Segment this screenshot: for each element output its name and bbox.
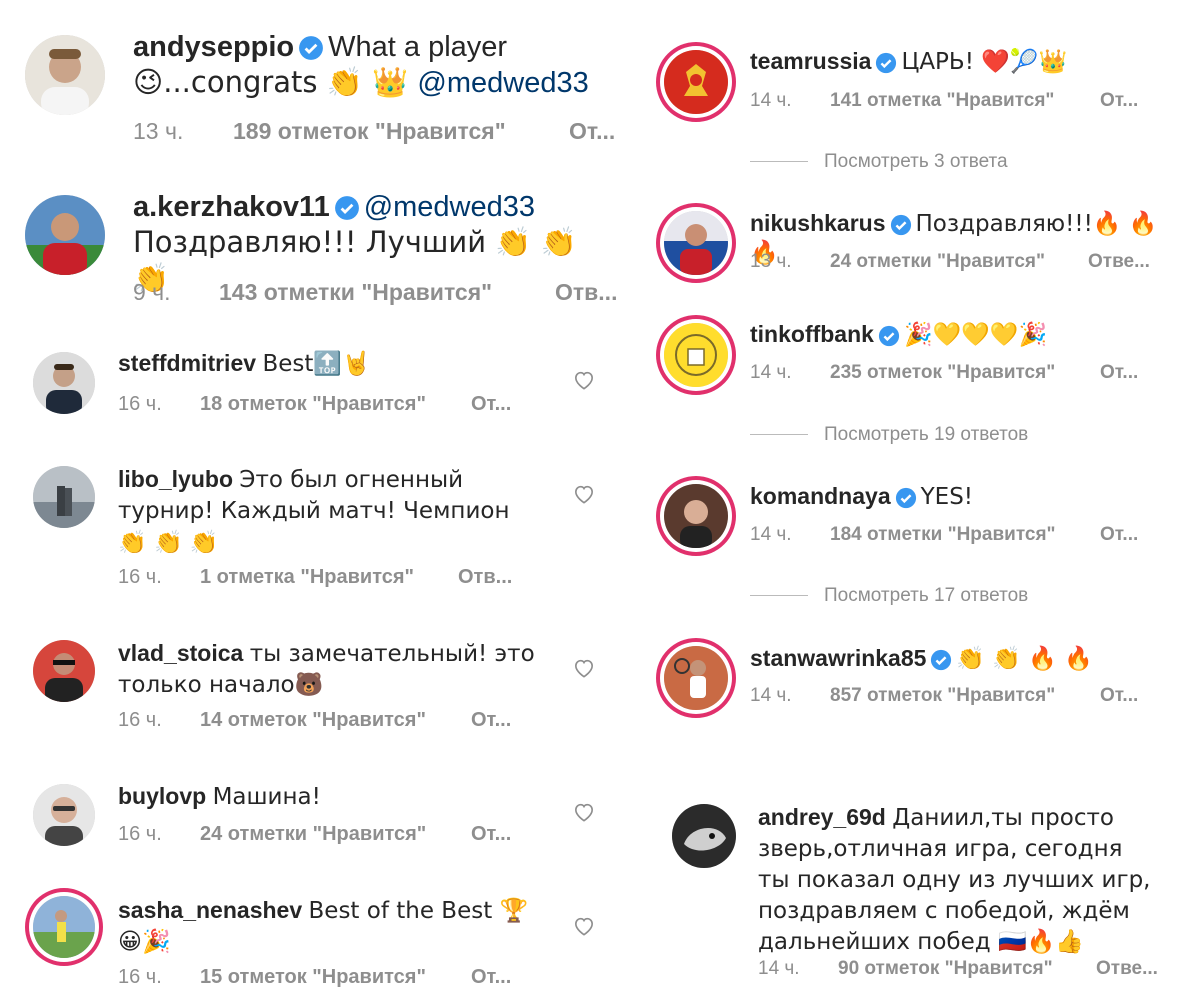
mention-link[interactable]: @medwed33 — [417, 67, 588, 99]
verified-badge-icon — [890, 214, 912, 236]
view-replies-label: Посмотреть 17 ответов — [824, 585, 1029, 606]
comment-text: Best🔝🤘 — [262, 351, 371, 377]
likes-count[interactable]: 189 отметок "Нравится" — [233, 118, 506, 145]
avatar[interactable] — [25, 195, 105, 275]
timestamp: 14 ч. — [750, 362, 792, 383]
username[interactable]: tinkoffbank — [750, 321, 874, 347]
comment-text: What a player — [328, 31, 508, 63]
reply-button[interactable]: От... — [471, 709, 511, 732]
avatar[interactable] — [33, 352, 95, 414]
username[interactable]: a.kerzhakov11 — [133, 191, 330, 223]
timestamp: 13 ч. — [133, 118, 184, 144]
avatar[interactable] — [672, 804, 736, 868]
username[interactable]: teamrussia — [750, 48, 871, 74]
replies-divider — [750, 434, 808, 436]
username[interactable]: andyseppio — [133, 31, 294, 63]
reply-button[interactable]: Отв... — [458, 566, 512, 589]
heart-outline-icon[interactable] — [573, 484, 595, 504]
heart-outline-icon[interactable] — [573, 916, 595, 936]
likes-count[interactable]: 24 отметки "Нравится" — [200, 823, 426, 846]
reply-button[interactable]: От... — [569, 118, 615, 145]
timestamp: 14 ч. — [758, 958, 800, 979]
reply-button[interactable]: От... — [1100, 362, 1138, 384]
timestamp: 16 ч. — [118, 966, 162, 988]
replies-divider — [750, 161, 808, 163]
avatar[interactable] — [33, 784, 95, 846]
heart-outline-icon[interactable] — [573, 370, 595, 390]
comment-text: 👏 👏 🔥 🔥 — [956, 646, 1093, 672]
view-replies-label: Посмотреть 19 ответов — [824, 424, 1029, 445]
verified-badge-icon — [298, 35, 324, 61]
reply-button[interactable]: От... — [471, 823, 511, 846]
view-replies-label: Посмотреть 3 ответа — [824, 151, 1008, 172]
username[interactable]: vlad_stoica — [118, 640, 243, 666]
likes-count[interactable]: 1 отметка "Нравится" — [200, 566, 414, 589]
comment-text: ЦАРЬ! ❤️🎾👑 — [901, 49, 1068, 75]
reply-button[interactable]: Отве... — [1088, 251, 1150, 273]
comment-text: 🎉💛💛💛🎉 — [903, 322, 1048, 348]
timestamp: 14 ч. — [750, 685, 792, 706]
avatar[interactable] — [25, 35, 105, 115]
avatar[interactable] — [664, 211, 728, 275]
username[interactable]: sasha_nenashev — [118, 897, 302, 923]
likes-count[interactable]: 857 отметок "Нравится" — [830, 685, 1055, 707]
reply-button[interactable]: От... — [471, 393, 511, 416]
likes-count[interactable]: 90 отметок "Нравится" — [838, 958, 1053, 980]
username[interactable]: nikushkarus — [750, 210, 886, 236]
likes-count[interactable]: 18 отметок "Нравится" — [200, 393, 426, 416]
timestamp: 14 ч. — [750, 90, 792, 111]
username[interactable]: libo_lyubo — [118, 466, 233, 492]
likes-count[interactable]: 143 отметки "Нравится" — [219, 279, 492, 306]
avatar[interactable] — [664, 484, 728, 548]
verified-badge-icon — [334, 195, 360, 221]
likes-count[interactable]: 141 отметка "Нравится" — [830, 90, 1054, 112]
heart-outline-icon[interactable] — [573, 658, 595, 678]
likes-count[interactable]: 15 отметок "Нравится" — [200, 966, 426, 989]
timestamp: 9 ч. — [133, 279, 171, 305]
username[interactable]: buylovp — [118, 783, 206, 809]
username[interactable]: stanwawrinka85 — [750, 645, 926, 671]
timestamp: 16 ч. — [118, 566, 162, 588]
heart-outline-icon[interactable] — [573, 802, 595, 822]
comment-text: YES! — [920, 484, 974, 510]
avatar[interactable] — [33, 896, 95, 958]
mention-link[interactable]: @medwed33 — [364, 191, 535, 223]
avatar[interactable] — [664, 323, 728, 387]
avatar[interactable] — [33, 466, 95, 528]
timestamp: 14 ч. — [750, 524, 792, 545]
likes-count[interactable]: 184 отметки "Нравится" — [830, 524, 1056, 546]
avatar[interactable] — [664, 50, 728, 114]
reply-button[interactable]: Отве... — [1096, 958, 1158, 980]
timestamp: 16 ч. — [118, 823, 162, 845]
likes-count[interactable]: 14 отметок "Нравится" — [200, 709, 426, 732]
timestamp: 16 ч. — [118, 709, 162, 731]
comment-text-cont: 😉...congrats 👏 👑 — [133, 64, 418, 99]
verified-badge-icon — [878, 325, 900, 347]
verified-badge-icon — [875, 52, 897, 74]
avatar[interactable] — [33, 640, 95, 702]
avatar[interactable] — [664, 646, 728, 710]
reply-button[interactable]: От... — [1100, 90, 1138, 112]
view-replies-button[interactable]: Посмотреть 19 ответов — [750, 424, 1028, 446]
username[interactable]: komandnaya — [750, 483, 891, 509]
view-replies-button[interactable]: Посмотреть 17 ответов — [750, 585, 1028, 607]
username[interactable]: andrey_69d — [758, 804, 886, 830]
reply-button[interactable]: От... — [471, 966, 511, 989]
reply-button[interactable]: От... — [1100, 685, 1138, 707]
username[interactable]: steffdmitriev — [118, 350, 256, 376]
timestamp: 16 ч. — [118, 393, 162, 415]
replies-divider — [750, 595, 808, 597]
verified-badge-icon — [930, 649, 952, 671]
comment-text: Машина! — [212, 784, 321, 810]
timestamp: 13 ч. — [750, 251, 792, 272]
likes-count[interactable]: 24 отметки "Нравится" — [830, 251, 1045, 273]
reply-button[interactable]: От... — [1100, 524, 1138, 546]
reply-button[interactable]: Отв... — [555, 279, 617, 306]
likes-count[interactable]: 235 отметок "Нравится" — [830, 362, 1055, 384]
view-replies-button[interactable]: Посмотреть 3 ответа — [750, 151, 1008, 173]
verified-badge-icon — [895, 487, 917, 509]
